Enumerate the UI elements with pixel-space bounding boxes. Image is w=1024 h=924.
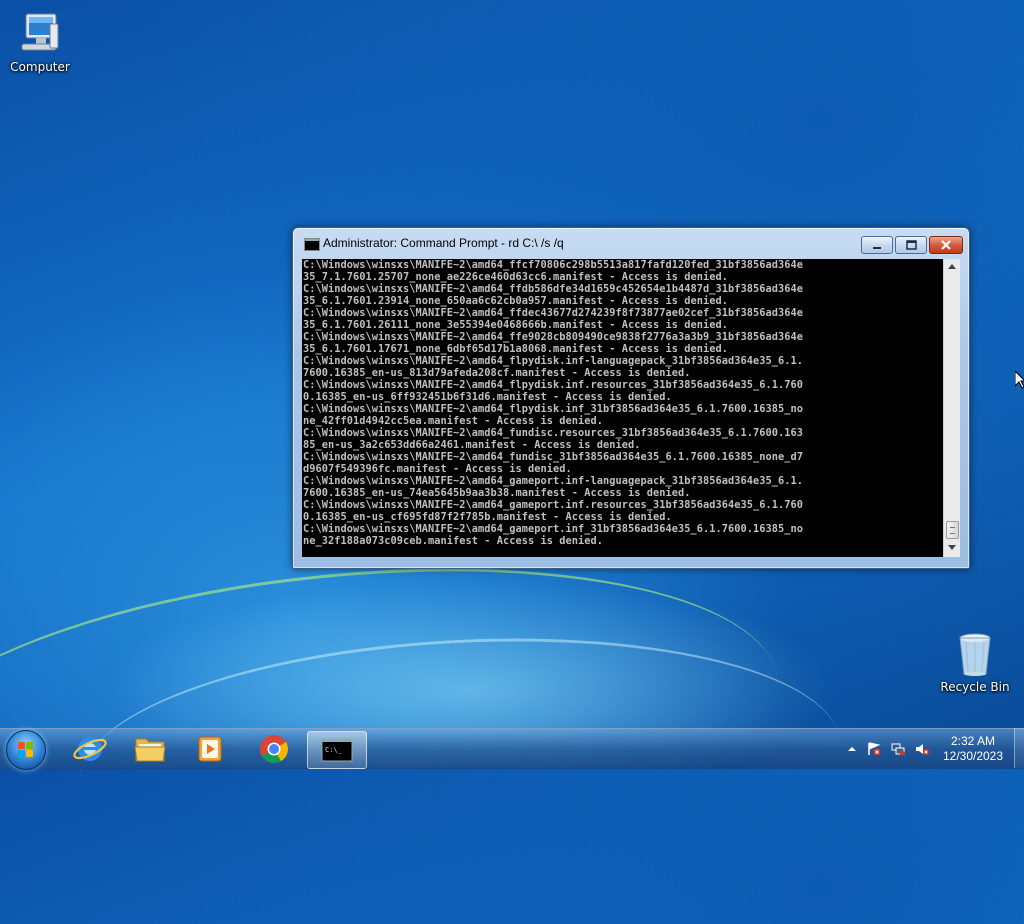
restore-icon <box>905 240 917 250</box>
wallpaper-swoosh <box>0 528 794 924</box>
folder-icon <box>134 738 166 762</box>
start-button[interactable] <box>6 730 46 770</box>
desktop-icon-recycle-bin[interactable]: Recycle Bin <box>935 630 1015 694</box>
system-clock[interactable]: 2:32 AM 12/30/2023 <box>936 734 1010 764</box>
maximize-button[interactable] <box>895 236 927 254</box>
window-title: Administrator: Command Prompt - rd C:\ /… <box>323 236 564 250</box>
svg-text:C:\_: C:\_ <box>325 746 343 754</box>
scroll-down-button[interactable] <box>944 541 960 557</box>
close-button[interactable] <box>929 236 963 254</box>
desktop-icon-computer[interactable]: Computer <box>0 10 80 74</box>
vertical-scrollbar[interactable] <box>943 259 960 557</box>
window-titlebar[interactable]: Administrator: Command Prompt - rd C:\ /… <box>293 228 969 258</box>
taskbar-app-internet-explorer[interactable] <box>62 731 118 767</box>
taskbar-app-chrome[interactable] <box>246 731 302 767</box>
minimize-button[interactable] <box>861 236 893 254</box>
console-text: C:\Windows\winsxs\MANIFE~2\amd64_ffcf708… <box>303 259 803 547</box>
chevron-down-icon <box>948 545 956 550</box>
recycle-bin-icon <box>951 630 999 678</box>
command-prompt-icon: C:\_ <box>321 738 353 762</box>
show-hidden-icons-icon[interactable] <box>845 742 859 756</box>
chrome-icon <box>260 735 288 763</box>
desktop-icon-label: Computer <box>10 60 70 74</box>
volume-muted-icon[interactable] <box>915 742 929 756</box>
taskbar-app-media-player[interactable] <box>182 731 238 767</box>
network-icon[interactable] <box>891 742 905 756</box>
taskbar-app-explorer[interactable] <box>122 731 178 767</box>
minimize-icon <box>873 247 881 249</box>
mouse-cursor-icon <box>1015 371 1024 389</box>
taskbar: C:\_ 2:32 AM 12/30/2023 <box>0 728 1024 770</box>
command-prompt-window[interactable]: Administrator: Command Prompt - rd C:\ /… <box>292 227 970 569</box>
internet-explorer-icon <box>73 737 107 761</box>
computer-icon <box>16 10 64 58</box>
close-icon <box>941 240 951 250</box>
taskbar-app-command-prompt[interactable]: C:\_ <box>307 731 367 769</box>
chevron-up-icon <box>948 264 956 269</box>
desktop-icon-label: Recycle Bin <box>940 680 1010 694</box>
console-output[interactable]: C:\Windows\winsxs\MANIFE~2\amd64_ffcf708… <box>302 259 943 557</box>
action-center-icon[interactable] <box>867 742 881 756</box>
caption-buttons <box>859 236 963 254</box>
clock-time: 2:32 AM <box>950 734 996 748</box>
show-desktop-button[interactable] <box>1014 728 1024 768</box>
command-prompt-icon[interactable] <box>304 238 320 251</box>
clock-date: 12/30/2023 <box>942 749 1004 763</box>
windows-logo-icon <box>18 742 34 758</box>
scroll-up-button[interactable] <box>944 259 960 275</box>
scroll-thumb[interactable] <box>946 521 959 539</box>
media-player-icon <box>198 736 222 762</box>
